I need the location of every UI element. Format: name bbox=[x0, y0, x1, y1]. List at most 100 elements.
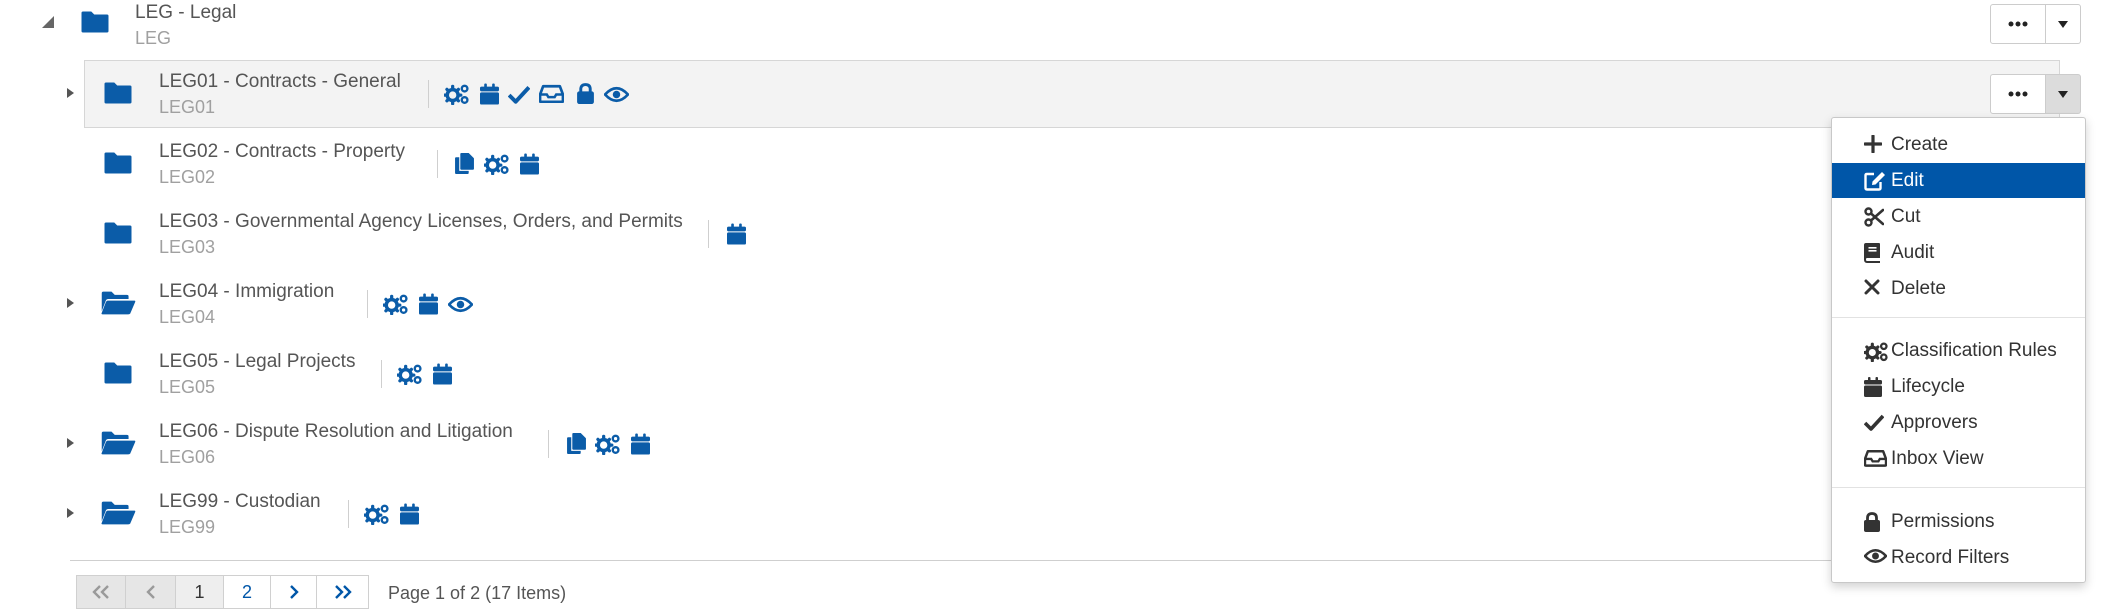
lock-icon bbox=[1864, 512, 1886, 532]
expand-toggle-icon[interactable] bbox=[65, 296, 81, 312]
menu-item-label: Approvers bbox=[1891, 412, 1978, 433]
check-icon[interactable] bbox=[508, 84, 530, 104]
next-page-button[interactable] bbox=[271, 575, 317, 609]
menu-item-create[interactable]: Create bbox=[1832, 127, 2085, 162]
menu-item-label: Delete bbox=[1891, 278, 1946, 299]
scissors-icon bbox=[1864, 207, 1886, 227]
check-icon bbox=[1864, 413, 1886, 433]
menu-item-permissions[interactable]: Permissions bbox=[1832, 504, 2085, 539]
divider bbox=[708, 220, 709, 248]
gears-icon[interactable] bbox=[397, 363, 423, 385]
row-code: LEG06 bbox=[159, 447, 216, 467]
calendar-icon[interactable] bbox=[419, 293, 438, 315]
divider bbox=[367, 290, 368, 318]
menu-divider bbox=[1832, 487, 2085, 488]
more-button[interactable] bbox=[1990, 74, 2046, 114]
row-code: LEG99 bbox=[159, 517, 216, 537]
row-code: LEG03 bbox=[159, 237, 216, 257]
list-divider bbox=[70, 560, 1870, 561]
root-actions bbox=[1990, 4, 2081, 44]
row-title[interactable]: LEG06 - Dispute Resolution and Litigatio… bbox=[159, 421, 513, 443]
calendar-icon[interactable] bbox=[480, 83, 499, 105]
menu-item-approvers[interactable]: Approvers bbox=[1832, 405, 2085, 440]
menu-item-audit[interactable]: Audit bbox=[1832, 235, 2085, 270]
row-actions bbox=[1990, 74, 2081, 114]
pagination-info: Page 1 of 2 (17 Items) bbox=[388, 583, 567, 603]
row-title[interactable]: LEG03 - Governmental Agency Licenses, Or… bbox=[159, 211, 683, 233]
row-code: LEG01 bbox=[159, 97, 216, 117]
calendar-icon[interactable] bbox=[631, 433, 650, 455]
menu-item-label: Lifecycle bbox=[1891, 376, 1965, 397]
inbox-icon bbox=[1864, 449, 1886, 469]
menu-item-inbox-view[interactable]: Inbox View bbox=[1832, 441, 2085, 476]
folder-icon bbox=[80, 9, 110, 35]
expand-toggle-icon[interactable] bbox=[65, 436, 81, 452]
expand-toggle-icon[interactable] bbox=[65, 506, 81, 522]
pagination: 1 2 bbox=[76, 575, 369, 609]
calendar-icon[interactable] bbox=[433, 363, 452, 385]
menu-item-label: Edit bbox=[1891, 170, 1924, 191]
menu-item-label: Classification Rules bbox=[1891, 340, 2057, 361]
row-code: LEG04 bbox=[159, 307, 216, 327]
folder-open-icon bbox=[100, 500, 136, 526]
expand-toggle-icon[interactable] bbox=[65, 86, 81, 102]
menu-item-label: Inbox View bbox=[1891, 448, 1984, 469]
more-button[interactable] bbox=[1990, 4, 2046, 44]
inbox-icon[interactable] bbox=[539, 84, 564, 103]
row-title[interactable]: LEG01 - Contracts - General bbox=[159, 71, 401, 93]
calendar-icon[interactable] bbox=[727, 223, 746, 245]
menu-item-label: Record Filters bbox=[1891, 547, 2010, 568]
dropdown-toggle-button[interactable] bbox=[2046, 4, 2081, 44]
first-page-button[interactable] bbox=[76, 575, 126, 609]
row-title[interactable]: LEG99 - Custodian bbox=[159, 491, 321, 513]
root-code: LEG bbox=[135, 28, 172, 48]
divider bbox=[548, 430, 549, 458]
menu-item-label: Create bbox=[1891, 134, 1949, 155]
root-title: LEG - Legal bbox=[135, 2, 237, 23]
calendar-icon[interactable] bbox=[400, 503, 419, 525]
copy-icon[interactable] bbox=[455, 153, 474, 174]
menu-item-lifecycle[interactable]: Lifecycle bbox=[1832, 369, 2085, 404]
dropdown-toggle-button[interactable] bbox=[2046, 74, 2081, 114]
page-1-button[interactable]: 1 bbox=[176, 575, 224, 609]
menu-item-classification-rules[interactable]: Classification Rules bbox=[1832, 333, 2085, 368]
actions-dropdown-menu: Create Edit Cut Audit Delete Classificat… bbox=[1831, 117, 2086, 583]
collapse-toggle-icon[interactable] bbox=[40, 14, 56, 30]
eye-icon[interactable] bbox=[604, 86, 629, 103]
gears-icon bbox=[1864, 341, 1886, 361]
menu-item-label: Permissions bbox=[1891, 511, 1995, 532]
gears-icon[interactable] bbox=[595, 433, 621, 455]
row-title[interactable]: LEG02 - Contracts - Property bbox=[159, 141, 405, 163]
menu-divider bbox=[1832, 317, 2085, 318]
gears-icon[interactable] bbox=[383, 293, 409, 315]
folder-icon bbox=[103, 150, 133, 176]
divider bbox=[348, 500, 349, 528]
lock-icon[interactable] bbox=[577, 83, 594, 104]
row-code: LEG05 bbox=[159, 377, 216, 397]
menu-item-edit[interactable]: Edit bbox=[1832, 163, 2085, 198]
gears-icon[interactable] bbox=[364, 503, 390, 525]
row-title[interactable]: LEG04 - Immigration bbox=[159, 281, 334, 303]
calendar-icon bbox=[1864, 377, 1886, 397]
menu-item-label: Audit bbox=[1891, 242, 1935, 263]
divider bbox=[437, 150, 438, 178]
gears-icon[interactable] bbox=[444, 83, 470, 105]
row-title[interactable]: LEG05 - Legal Projects bbox=[159, 351, 355, 373]
prev-page-button[interactable] bbox=[126, 575, 176, 609]
gears-icon[interactable] bbox=[484, 153, 510, 175]
row-code: LEG02 bbox=[159, 167, 216, 187]
menu-item-delete[interactable]: Delete bbox=[1832, 271, 2085, 306]
folder-icon bbox=[103, 360, 133, 386]
page-2-button[interactable]: 2 bbox=[224, 575, 271, 609]
copy-icon[interactable] bbox=[567, 433, 586, 454]
folder-open-icon bbox=[100, 290, 136, 316]
menu-item-cut[interactable]: Cut bbox=[1832, 199, 2085, 234]
book-icon bbox=[1864, 243, 1886, 263]
folder-icon bbox=[103, 220, 133, 246]
eye-icon bbox=[1864, 548, 1886, 568]
calendar-icon[interactable] bbox=[520, 153, 539, 175]
menu-item-label: Cut bbox=[1891, 206, 1921, 227]
menu-item-record-filters[interactable]: Record Filters bbox=[1832, 540, 2085, 575]
eye-icon[interactable] bbox=[448, 296, 473, 313]
last-page-button[interactable] bbox=[317, 575, 369, 609]
